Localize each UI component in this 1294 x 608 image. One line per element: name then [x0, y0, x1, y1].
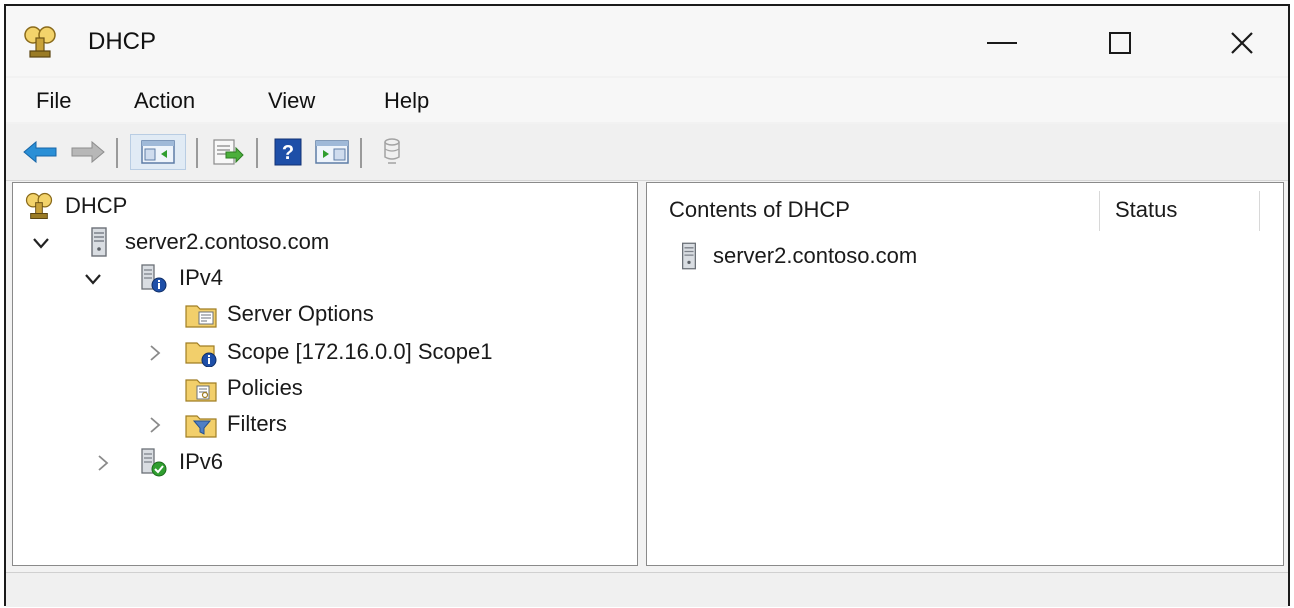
expand-toggle-scope[interactable] [145, 343, 165, 363]
minimize-icon [987, 42, 1017, 44]
results-pane: Contents of DHCP Status server2.contoso.… [646, 182, 1284, 566]
list-item-name: server2.contoso.com [713, 243, 918, 268]
tree-item-server2[interactable]: server2.contoso.com [83, 225, 329, 259]
export-list-button[interactable] [208, 134, 248, 170]
tree-item-server-options[interactable]: Server Options [185, 297, 374, 331]
toolbar-separator [116, 138, 118, 168]
chevron-right-icon [150, 417, 161, 433]
expand-toggle-ipv6[interactable] [93, 453, 113, 473]
tree-label: Filters [227, 411, 287, 436]
svg-text:?: ? [282, 142, 294, 164]
dhcp-icon [23, 190, 55, 222]
close-icon [1231, 32, 1253, 54]
window-title: DHCP [88, 28, 157, 55]
tree-label: Server Options [227, 301, 374, 326]
dhcp-window: DHCP File Action View Help ? DHCP server… [4, 4, 1290, 607]
menu-view[interactable]: View [262, 86, 321, 116]
console-tree-pane: DHCP server2.contoso.com IPv4 Server Opt… [12, 182, 638, 566]
tree-item-ipv4[interactable]: IPv4 [137, 261, 223, 295]
toolbar-separator [360, 138, 362, 168]
column-header-contents[interactable]: Contents of DHCP [669, 197, 850, 223]
tree-label: server2.contoso.com [125, 229, 330, 254]
back-button[interactable] [20, 134, 60, 170]
server-icon [675, 240, 703, 272]
chevron-right-icon [98, 455, 109, 471]
close-button[interactable] [1212, 20, 1272, 66]
column-divider[interactable] [1259, 191, 1260, 231]
help-icon: ? [274, 138, 302, 166]
ipv6-icon [137, 446, 169, 478]
list-item[interactable]: server2.contoso.com [675, 239, 917, 273]
tree-label: IPv4 [179, 265, 224, 290]
export-list-icon [213, 139, 244, 165]
expand-toggle-filters[interactable] [145, 415, 165, 435]
dhcp-app-icon [22, 24, 58, 60]
tree-label: Scope [172.16.0.0] Scope1 [227, 339, 493, 364]
maximize-icon [1109, 32, 1131, 54]
filters-icon [185, 408, 217, 440]
chevron-down-icon [85, 274, 101, 285]
toolbar: ? [6, 124, 1288, 181]
console-tree-icon [141, 140, 175, 164]
tree-item-ipv6[interactable]: IPv6 [137, 445, 223, 479]
action-pane-icon [315, 140, 349, 164]
title-bar: DHCP [6, 6, 1288, 76]
back-arrow-icon [23, 140, 57, 164]
database-button[interactable] [372, 134, 412, 170]
tree-label: DHCP [65, 193, 128, 218]
tree-label: Policies [227, 375, 303, 400]
tree-item-policies[interactable]: Policies [185, 371, 303, 405]
forward-arrow-icon [71, 140, 105, 164]
ipv4-icon [137, 262, 169, 294]
server-options-icon [185, 298, 217, 330]
toolbar-separator [196, 138, 198, 168]
maximize-button[interactable] [1090, 20, 1150, 66]
tree-item-scope[interactable]: Scope [172.16.0.0] Scope1 [185, 335, 492, 369]
show-hide-action-pane-button[interactable] [312, 134, 352, 170]
tree-label: IPv6 [179, 449, 224, 474]
expand-toggle-server[interactable] [31, 233, 51, 253]
expand-toggle-ipv4[interactable] [83, 269, 103, 289]
scope-folder-icon [185, 336, 217, 368]
menu-file[interactable]: File [30, 86, 77, 116]
help-button[interactable]: ? [268, 134, 308, 170]
database-icon [384, 138, 400, 164]
chevron-down-icon [33, 238, 49, 249]
server-icon [83, 226, 115, 258]
column-header-status[interactable]: Status [1115, 197, 1177, 223]
menu-action[interactable]: Action [128, 86, 201, 116]
toolbar-separator [256, 138, 258, 168]
status-bar [6, 572, 1288, 607]
show-hide-console-tree-button[interactable] [130, 134, 186, 170]
forward-button[interactable] [68, 134, 108, 170]
tree-item-dhcp[interactable]: DHCP [23, 189, 127, 223]
minimize-button[interactable] [972, 20, 1032, 66]
tree-item-filters[interactable]: Filters [185, 407, 287, 441]
menu-bar: File Action View Help [6, 78, 1288, 122]
column-divider[interactable] [1099, 191, 1100, 231]
chevron-right-icon [150, 345, 161, 361]
menu-help[interactable]: Help [378, 86, 435, 116]
policies-icon [185, 372, 217, 404]
